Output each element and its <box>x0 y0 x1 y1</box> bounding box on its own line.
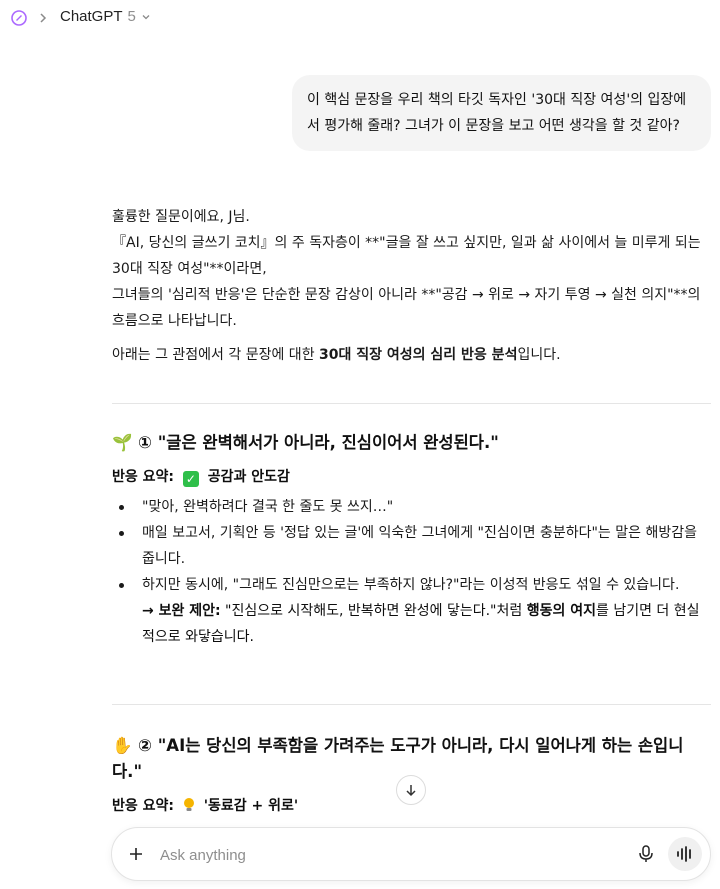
section-2-title: ② "AI는 당신의 부족함을 가려주는 도구가 아니라, 다시 일어나게 하는… <box>112 736 684 781</box>
section-1-title: ① "글은 완벽해서가 아니라, 진심이어서 완성된다." <box>138 433 499 452</box>
voice-waveform-icon <box>677 846 691 862</box>
seedling-icon: 🌱 <box>112 433 133 452</box>
intro-analysis-post: 입니다. <box>517 347 561 363</box>
section-divider <box>112 403 711 404</box>
section-1-heading: 🌱 ① "글은 완벽해서가 아니라, 진심이어서 완성된다." <box>112 430 712 456</box>
suggestion-label: → 보완 제안: <box>142 603 221 619</box>
summary-value: '동료감 + 위로' <box>203 798 299 814</box>
model-version: 5 <box>127 8 136 25</box>
intro-analysis-pre: 아래는 그 관점에서 각 문장에 대한 <box>112 347 320 363</box>
light-bulb-icon <box>183 798 194 811</box>
list-item: "맞아, 완벽하려다 결국 한 줄도 못 쓰지…" <box>112 494 712 520</box>
intro-reaction: 그녀들의 '심리적 반응'은 단순한 문장 감상이 아니라 **"공감 → 위로… <box>112 287 701 329</box>
suggestion-part-1: "진심으로 시작해도, 반복하면 완성에 닿는다."처럼 <box>220 603 527 619</box>
list-item: 하지만 동시에, "그래도 진심만으로는 부족하지 않나?"라는 이성적 반응도… <box>112 572 712 598</box>
summary-value: 공감과 안도감 <box>207 469 290 485</box>
check-mark-icon: ✓ <box>182 471 199 487</box>
suggestion-text: → 보완 제안: "진심으로 시작해도, 반복하면 완성에 닿는다."처럼 행동… <box>112 598 712 650</box>
list-item: 매일 보고서, 기획안 등 '정답 있는 글'에 익숙한 그녀에게 "진심이면 … <box>112 520 712 572</box>
voice-mode-button[interactable] <box>668 837 702 871</box>
summary-label: 반응 요약: <box>112 469 174 485</box>
microphone-icon[interactable] <box>636 844 656 864</box>
plus-icon[interactable] <box>126 844 146 864</box>
user-message-text: 이 핵심 문장을 우리 책의 타깃 독자인 '30대 직장 여성'의 입장에서 … <box>307 92 687 134</box>
section-1-bullets: "맞아, 완벽하려다 결국 한 줄도 못 쓰지…" 매일 보고서, 기획안 등 … <box>112 494 712 598</box>
intro-greeting: 훌륭한 질문이에요, J님. <box>112 209 250 225</box>
chevron-right-icon <box>40 13 47 23</box>
section-divider <box>112 704 711 705</box>
arrow-down-icon <box>406 785 416 797</box>
user-message-bubble: 이 핵심 문장을 우리 책의 타깃 독자인 '30대 직장 여성'의 입장에서 … <box>292 75 711 151</box>
model-selector[interactable]: ChatGPT 5 <box>60 8 151 25</box>
prompt-input[interactable] <box>160 844 600 866</box>
chatgpt-logo-icon[interactable] <box>10 9 28 27</box>
section-1: 🌱 ① "글은 완벽해서가 아니라, 진심이어서 완성된다." 반응 요약: ✓ … <box>112 430 712 650</box>
intro-analysis: 아래는 그 관점에서 각 문장에 대한 30대 직장 여성의 심리 반응 분석입… <box>112 342 712 368</box>
top-bar: ChatGPT 5 <box>0 0 720 36</box>
intro-audience: 『AI, 당신의 글쓰기 코치』의 주 독자층이 **"글을 잘 쓰고 싶지만,… <box>112 235 701 277</box>
assistant-message: 훌륭한 질문이에요, J님. 『AI, 당신의 글쓰기 코치』의 주 독자층이 … <box>112 204 712 368</box>
suggestion-bold: 행동의 여지 <box>526 603 596 619</box>
raised-hand-icon: ✋ <box>112 736 133 755</box>
summary-label: 반응 요약: <box>112 798 174 814</box>
chevron-down-icon <box>142 14 150 19</box>
scroll-to-bottom-button[interactable] <box>396 775 426 805</box>
model-name: ChatGPT <box>60 8 123 25</box>
section-1-summary: 반응 요약: ✓ 공감과 안도감 <box>112 464 712 490</box>
message-composer <box>111 827 711 881</box>
intro-analysis-bold: 30대 직장 여성의 심리 반응 분석 <box>319 347 518 363</box>
